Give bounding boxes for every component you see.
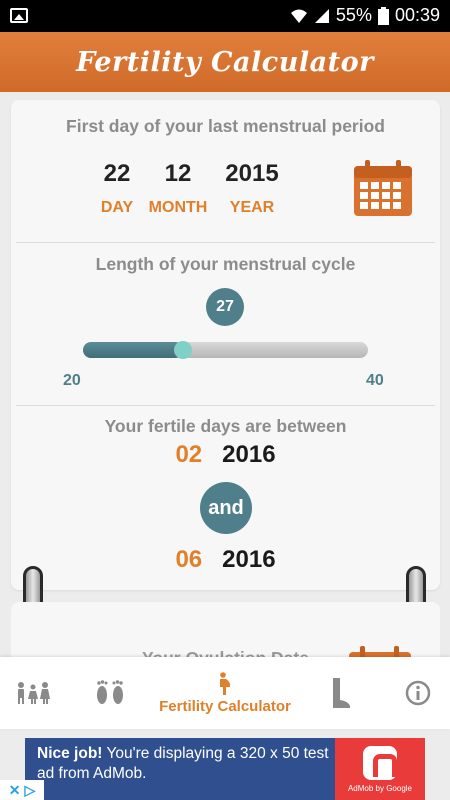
nav-info[interactable] bbox=[396, 657, 440, 729]
ad-choices-icon: ▷ bbox=[24, 781, 36, 798]
info-icon bbox=[405, 680, 431, 706]
slider-thumb[interactable] bbox=[173, 341, 192, 359]
nav-footprints[interactable] bbox=[88, 657, 132, 729]
cycle-value-bubble: 27 bbox=[206, 288, 244, 326]
fertile-start-day: 02 bbox=[175, 441, 203, 468]
slider-min-label: 20 bbox=[63, 372, 81, 389]
nav-fertility-calculator[interactable]: Fertility Calculator bbox=[150, 657, 300, 729]
nav-label-fertility: Fertility Calculator bbox=[159, 697, 291, 715]
admob-logo: AdMob by Google bbox=[335, 738, 425, 800]
battery-percent: 55% bbox=[335, 5, 372, 25]
ad-text: Nice job! You're displaying a 320 x 50 t… bbox=[37, 744, 337, 784]
fertile-end-day: 06 bbox=[175, 546, 203, 573]
fertile-end-row: 06 2016 bbox=[11, 546, 440, 574]
gallery-icon bbox=[10, 8, 28, 23]
divider bbox=[16, 242, 435, 243]
cycle-length-slider[interactable] bbox=[83, 341, 368, 359]
signal-icon bbox=[314, 8, 329, 23]
divider bbox=[16, 405, 435, 406]
day-label: DAY bbox=[100, 199, 134, 216]
year-label: YEAR bbox=[229, 199, 275, 216]
month-value[interactable]: 12 bbox=[155, 160, 201, 188]
status-bar: 55% 00:39 bbox=[0, 0, 450, 32]
battery-icon bbox=[377, 6, 389, 25]
clock: 00:39 bbox=[394, 5, 440, 25]
fertile-start-year: 2016 bbox=[222, 441, 276, 468]
calculator-card: First day of your last menstrual period … bbox=[11, 100, 440, 590]
ad-close-icon: ✕ bbox=[8, 781, 21, 798]
fertile-start-row: 02 2016 bbox=[11, 441, 440, 469]
fertile-title: Your fertile days are between bbox=[104, 416, 347, 436]
calendar-icon[interactable] bbox=[353, 158, 413, 218]
ad-brand: AdMob by Google bbox=[347, 783, 413, 793]
fertile-end-year: 2016 bbox=[222, 546, 276, 573]
year-value[interactable]: 2015 bbox=[217, 160, 287, 188]
pregnant-woman-icon bbox=[220, 671, 231, 695]
slider-max-label: 40 bbox=[366, 372, 384, 389]
app-header: Fertility Calculator bbox=[0, 32, 450, 92]
nav-boot[interactable] bbox=[318, 657, 362, 729]
ad-headline: Nice job! bbox=[37, 745, 103, 762]
slider-fill bbox=[83, 342, 183, 358]
nav-family[interactable] bbox=[10, 657, 56, 729]
last-period-title: First day of your last menstrual period bbox=[66, 116, 385, 136]
boot-icon bbox=[333, 678, 350, 708]
month-label: MONTH bbox=[148, 199, 208, 216]
ad-choices-badge[interactable]: ✕ ▷ bbox=[0, 780, 44, 800]
wifi-icon bbox=[290, 9, 307, 23]
admob-logo-icon bbox=[363, 745, 397, 780]
ad-banner[interactable]: Nice job! You're displaying a 320 x 50 t… bbox=[25, 738, 425, 800]
app-title: Fertility Calculator bbox=[76, 46, 374, 78]
footprints-icon bbox=[97, 680, 123, 704]
bottom-nav: Fertility Calculator bbox=[0, 657, 450, 729]
family-icon bbox=[18, 682, 50, 704]
and-badge: and bbox=[200, 482, 252, 534]
day-value[interactable]: 22 bbox=[97, 160, 137, 188]
cycle-title: Length of your menstrual cycle bbox=[95, 254, 356, 274]
